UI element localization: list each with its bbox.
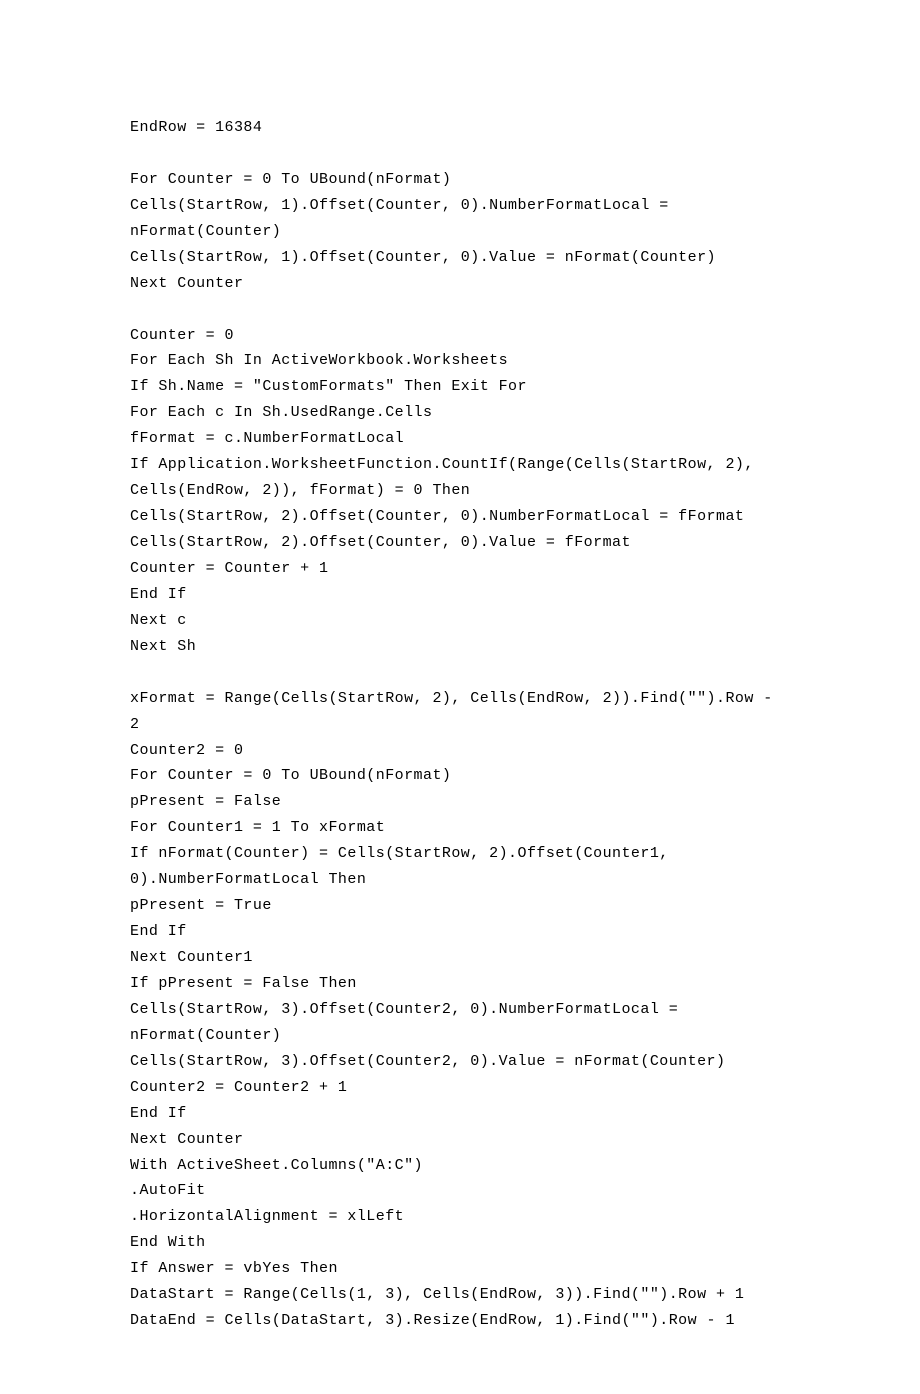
code-block: EndRow = 16384 For Counter = 0 To UBound… bbox=[0, 0, 920, 1394]
